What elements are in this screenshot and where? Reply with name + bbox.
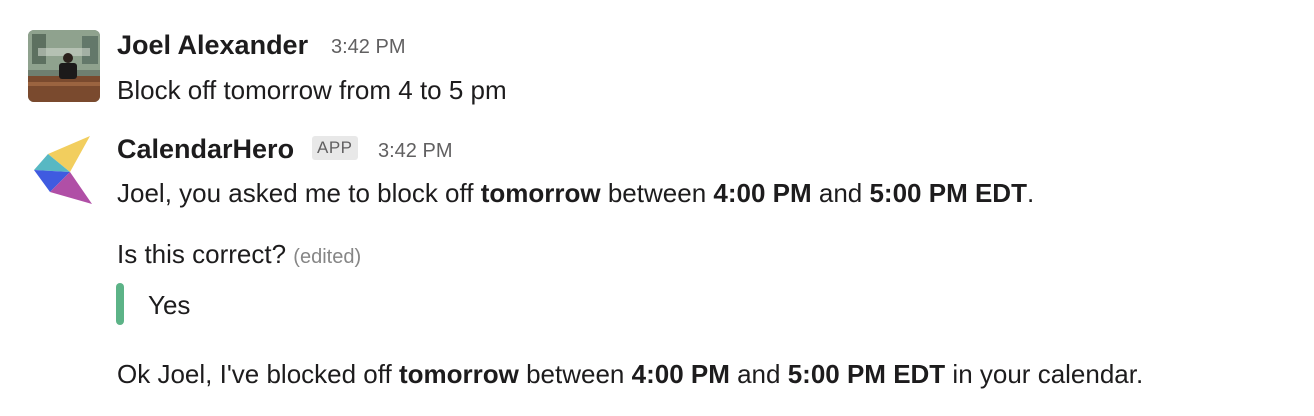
timestamp[interactable]: 3:42 PM — [331, 35, 405, 59]
author-name[interactable]: Joel Alexander — [117, 29, 308, 61]
edited-label: (edited) — [293, 246, 362, 268]
avatar[interactable] — [28, 30, 100, 102]
calendarhero-logo-icon — [34, 136, 92, 204]
app-badge: APP — [312, 136, 358, 160]
avatar[interactable] — [28, 134, 100, 206]
result-text: Ok Joel, I've blocked off tomorrow betwe… — [117, 359, 1144, 389]
reply-text: Yes — [148, 290, 191, 320]
message-text: Block off tomorrow from 4 to 5 pm — [117, 75, 507, 105]
quote-bar — [116, 283, 124, 325]
confirmation-text: Joel, you asked me to block off tomorrow… — [117, 178, 1035, 208]
timestamp[interactable]: 3:42 PM — [378, 139, 452, 163]
user-photo-avatar-icon — [28, 30, 100, 102]
question-text: Is this correct? (edited) — [117, 239, 362, 269]
author-name[interactable]: CalendarHero — [117, 133, 294, 165]
